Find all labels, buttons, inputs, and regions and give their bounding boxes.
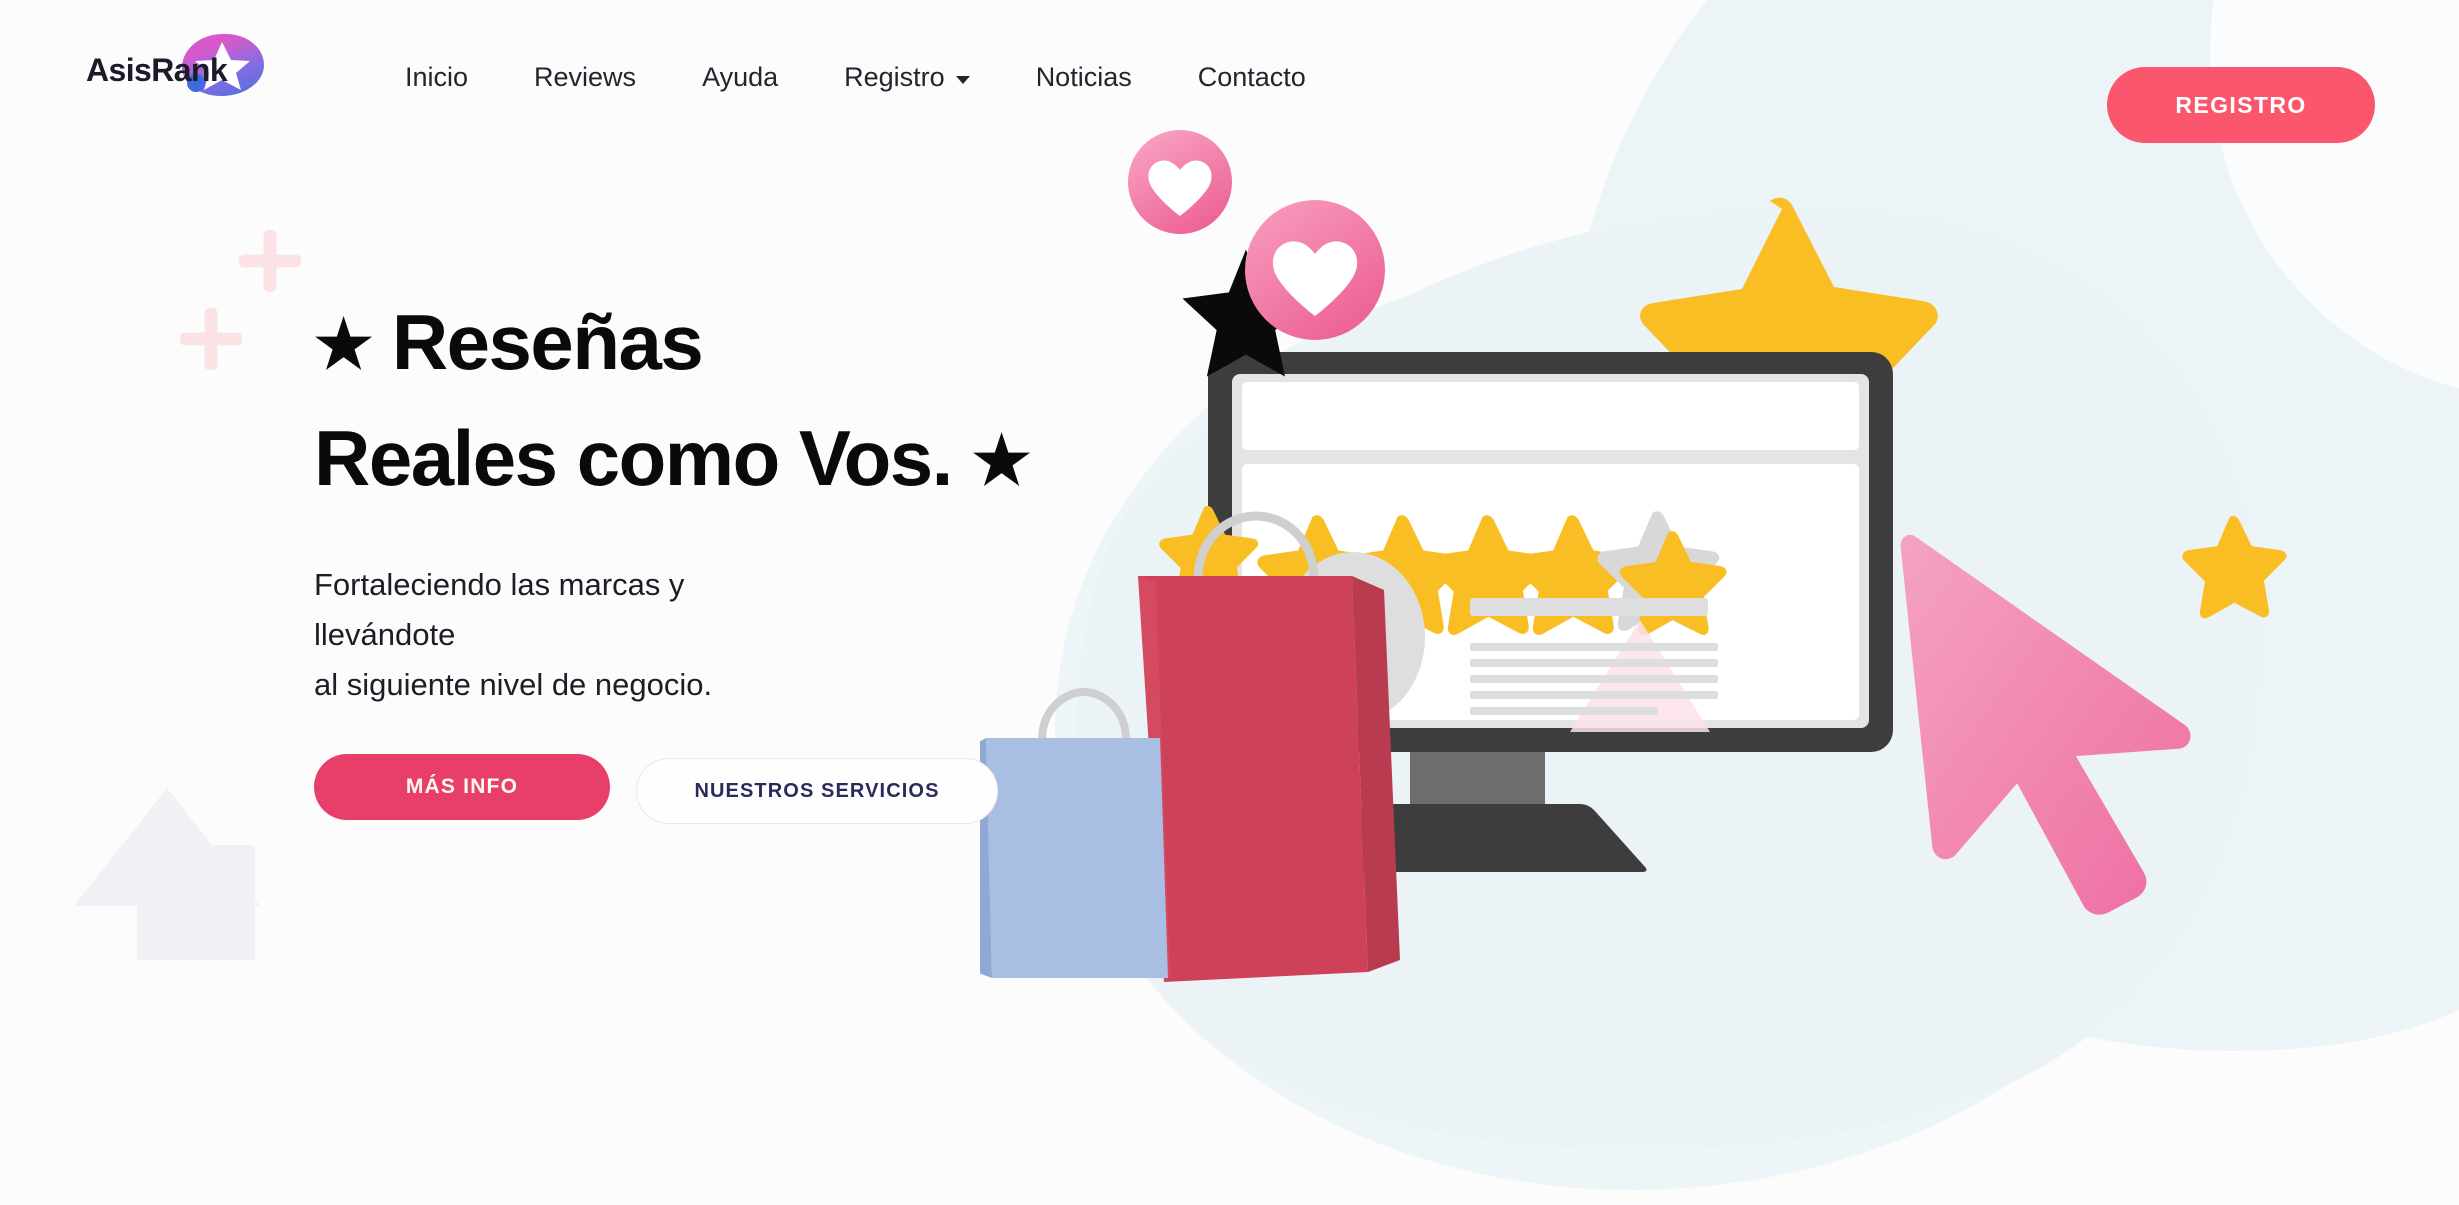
subtitle-line-1: Fortaleciendo las marcas y [314,566,685,602]
monitor-neck [1410,752,1545,810]
site-header: AsisRank Inicio Reviews Ayuda Registro N… [0,0,2459,160]
screen-text-line [1470,675,1718,683]
subtitle-line-3: al siguiente nivel de negocio. [314,667,713,703]
triangle-decor-icon [74,788,260,906]
heart-badge-large-icon [1245,200,1385,340]
screen-text-line [1470,598,1708,616]
headline-line-1: Reseñas [391,298,704,386]
subtitle-line-2: llevándote [314,616,456,652]
nav-item-label: Contacto [1197,62,1306,92]
page-title: ★ Reseñas Reales como Vos. ★ [314,298,1214,502]
logo[interactable]: AsisRank [86,34,266,96]
nav-item-reviews[interactable]: Reviews [501,56,669,99]
nav-item-contacto[interactable]: Contacto [1165,56,1339,99]
header-registro-button[interactable]: REGISTRO [2107,67,2375,143]
screen-text-line [1470,643,1718,651]
headline-line-2: Reales como Vos. [314,413,953,502]
nav-item-label: Registro [844,62,945,92]
nav-item-registro[interactable]: Registro [811,56,1003,99]
landing-page: AsisRank Inicio Reviews Ayuda Registro N… [0,0,2459,1205]
hero-subtitle: Fortaleciendo las marcas y llevándote al… [314,560,1214,711]
nav-item-inicio[interactable]: Inicio [372,56,501,99]
nav-item-label: Reviews [534,62,637,92]
main-navigation: Inicio Reviews Ayuda Registro Noticias C… [372,56,1339,99]
star-icon: ★ [972,422,1031,497]
nav-item-ayuda[interactable]: Ayuda [669,56,811,99]
mas-info-button[interactable]: MÁS INFO [314,754,610,821]
plus-decor-icon [239,230,301,292]
chevron-down-icon [955,75,970,84]
screen-text-line [1470,659,1718,667]
screen-text-line [1470,707,1658,715]
star-icon: ★ [314,307,373,381]
logo-text: AsisRank [86,52,228,88]
nav-item-label: Ayuda [702,62,779,92]
square-decor-icon [137,845,255,960]
hero-cta-row: MÁS INFO NUESTROS SERVICIOS [314,754,1214,825]
nav-item-label: Noticias [1035,62,1132,92]
monitor-screen-topbar [1242,382,1859,450]
nav-item-label: Inicio [405,62,469,92]
hero-text-block: ★ Reseñas Reales como Vos. ★ Fortalecien… [314,298,1214,825]
nav-item-noticias[interactable]: Noticias [1003,56,1165,99]
screen-text-line [1470,691,1718,699]
plus-decor-icon [180,308,242,370]
nuestros-servicios-button[interactable]: NUESTROS SERVICIOS [636,758,998,825]
